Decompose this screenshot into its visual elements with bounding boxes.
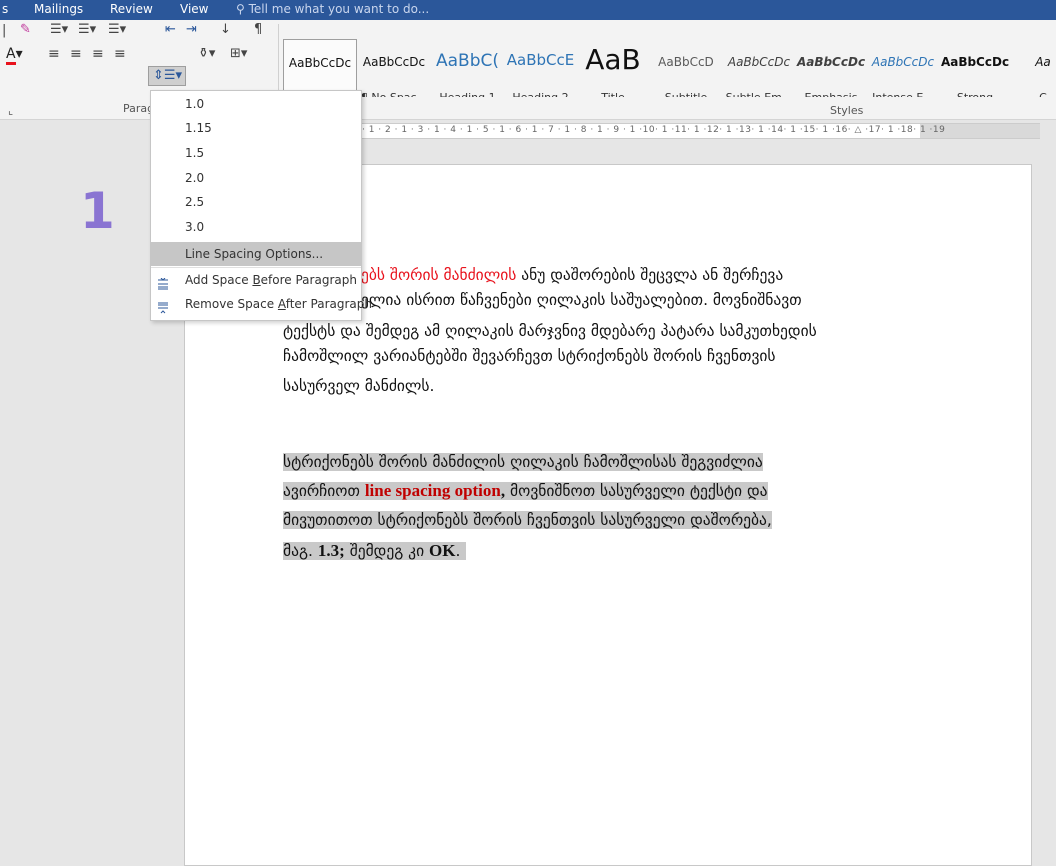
show-marks-icon[interactable]: ¶ bbox=[254, 22, 262, 37]
shading-icon[interactable]: ⚱▾ bbox=[198, 46, 215, 61]
style-tile-intense-e[interactable]: AaBbCcDc Intense E... bbox=[867, 39, 939, 97]
styles-gallery: AaBbCcDc¶ NormalAaBbCcDc¶ No Spac...AaBb… bbox=[283, 39, 1056, 99]
paragraph-2-line-1: სტრიქონებს შორის მანძილის ღილაკის ჩამოშლ… bbox=[283, 450, 763, 475]
line-spacing-icon: ⇕☰▾ bbox=[153, 68, 183, 83]
style-sample: AaBbCcDc bbox=[362, 55, 426, 69]
font-color-icon[interactable]: A▾ bbox=[6, 46, 23, 65]
style-tile-c[interactable]: Aa C bbox=[1011, 39, 1056, 97]
multilevel-list-icon[interactable]: ☰▾ bbox=[108, 22, 126, 37]
horizontal-ruler[interactable]: · 1 · 2 · 1 · 3 · 1 · 4 · 1 · 5 · 1 · 6 … bbox=[360, 123, 1040, 139]
highlighted-term: ებს შორის მანძილის bbox=[361, 266, 517, 284]
style-name: Heading 2 bbox=[504, 91, 577, 97]
style-sample: AaBbCcDc bbox=[796, 55, 866, 69]
lightbulb-icon: ⚲ bbox=[236, 2, 245, 16]
numbering-icon[interactable]: ☰▾ bbox=[78, 22, 96, 37]
style-name: Subtle Em... bbox=[723, 91, 795, 97]
menu-tab-partial[interactable]: s bbox=[2, 2, 8, 16]
align-left-icon[interactable]: ≡ bbox=[48, 46, 60, 62]
style-name: ¶ No Spac... bbox=[357, 91, 431, 97]
style-tile-no-spac[interactable]: AaBbCcDc ¶ No Spac... bbox=[357, 39, 431, 97]
style-tile-emphasis[interactable]: AaBbCcDc Emphasis bbox=[795, 39, 867, 97]
style-name: Intense E... bbox=[867, 91, 939, 97]
ruler-marks: · 1 · 2 · 1 · 3 · 1 · 4 · 1 · 5 · 1 · 6 … bbox=[362, 125, 946, 135]
text-run: ავირჩიოთ bbox=[283, 482, 365, 500]
step-number-annotation: 1 bbox=[80, 182, 115, 240]
paragraph-1-line-5: სასურველ მანძილს. bbox=[283, 377, 435, 395]
dialog-launcher-icon[interactable]: ⌞ bbox=[8, 104, 13, 117]
align-right-icon[interactable]: ≡ bbox=[92, 46, 104, 62]
style-tile-strong[interactable]: AaBbCcDc Strong bbox=[939, 39, 1011, 97]
paragraph-2-line-3: მივუთითოთ სტრიქონებს შორის ჩვენთვის სასუ… bbox=[283, 508, 772, 533]
line-spacing-menu: 1.0 1.15 1.5 2.0 2.5 3.0 Line Spacing Op… bbox=[150, 90, 372, 321]
borders-icon[interactable]: ⊞▾ bbox=[230, 46, 247, 61]
spacing-option-2-0[interactable]: 2.0 bbox=[151, 166, 361, 190]
style-tile-heading-2[interactable]: AaBbCcE Heading 2 bbox=[504, 39, 577, 97]
text-run: ანუ დაშორების შეცვლა ან შერჩევა bbox=[516, 266, 784, 284]
style-name: Strong bbox=[939, 91, 1011, 97]
paragraph-1-line-4: ჩამოშლილ ვარიანტებში შევარჩევთ სტრიქონებ… bbox=[283, 347, 776, 365]
line-spacing-options-item[interactable]: Line Spacing Options... bbox=[151, 242, 361, 266]
style-sample: AaBbCcE bbox=[506, 51, 575, 69]
sort-icon[interactable]: ↓ bbox=[220, 22, 231, 37]
menu-bar: s Mailings Review View ⚲ Tell me what yo… bbox=[0, 0, 1056, 20]
text-run: მაგ. bbox=[283, 542, 318, 560]
text-run: შემდეგ კი bbox=[344, 542, 430, 560]
clear-formatting-icon[interactable]: ✎ bbox=[20, 22, 31, 37]
add-space-before-item[interactable]: Add Space Before Paragraph bbox=[151, 268, 361, 292]
selected-text: სტრიქონებს შორის მანძილის ღილაკის ჩამოშლ… bbox=[283, 453, 763, 471]
bold-value: 1.3; bbox=[317, 541, 345, 560]
separator-icon: | bbox=[2, 23, 7, 38]
increase-indent-icon[interactable]: ⇥ bbox=[186, 22, 197, 37]
spacing-option-1-15[interactable]: 1.15 bbox=[151, 116, 361, 140]
style-tile-subtitle[interactable]: AaBbCcD Subtitle bbox=[649, 39, 723, 97]
text-run: . bbox=[455, 542, 461, 560]
style-tile-subtle-em[interactable]: AaBbCcDc Subtle Em... bbox=[723, 39, 795, 97]
selected-text: ავირჩიოთ line spacing option, მოვნიშნოთ … bbox=[283, 481, 768, 500]
style-sample: Aa bbox=[1035, 55, 1051, 69]
bullets-icon[interactable]: ☰▾ bbox=[50, 22, 68, 37]
paragraph-2-line-2: ავირჩიოთ line spacing option, მოვნიშნოთ … bbox=[283, 478, 768, 504]
style-name: Heading 1 bbox=[431, 91, 504, 97]
style-name: Emphasis bbox=[795, 91, 867, 97]
style-name: Subtitle bbox=[649, 91, 723, 97]
spacing-option-2-5[interactable]: 2.5 bbox=[151, 190, 361, 214]
align-center-icon[interactable]: ≡ bbox=[70, 46, 82, 62]
tell-me-box[interactable]: ⚲ Tell me what you want to do... bbox=[236, 2, 429, 16]
style-name: Title bbox=[577, 91, 649, 97]
remove-space-after-icon bbox=[157, 298, 169, 314]
style-tile-normal[interactable]: AaBbCcDc¶ Normal bbox=[283, 39, 357, 97]
highlighted-term: line spacing option bbox=[364, 481, 501, 500]
selected-text: მაგ. 1.3; შემდეგ კი OK. bbox=[283, 541, 467, 560]
styles-group-label: Styles bbox=[830, 104, 864, 117]
menu-tab-view[interactable]: View bbox=[180, 2, 208, 16]
menu-tab-review[interactable]: Review bbox=[110, 2, 153, 16]
paragraph-1-line-2: ელია ისრით წაჩვენები ღილაკის საშუალებით.… bbox=[361, 291, 802, 309]
bold-value: OK bbox=[429, 541, 456, 560]
style-name: C bbox=[1011, 91, 1056, 97]
spacing-option-1-0[interactable]: 1.0 bbox=[151, 92, 361, 116]
style-sample: AaBbCcDc bbox=[727, 55, 791, 69]
justify-icon[interactable]: ≡ bbox=[114, 46, 126, 62]
style-sample: AaBbC( bbox=[435, 51, 499, 71]
spacing-option-3-0[interactable]: 3.0 bbox=[151, 215, 361, 239]
style-tile-title[interactable]: AaB Title bbox=[577, 39, 649, 97]
style-tile-heading-1[interactable]: AaBbC( Heading 1 bbox=[431, 39, 504, 97]
text-run: მოვნიშნოთ სასურველი ტექსტი და bbox=[505, 482, 768, 500]
tell-me-text: Tell me what you want to do... bbox=[248, 2, 430, 16]
style-sample: AaBbCcD bbox=[658, 55, 714, 69]
decrease-indent-icon[interactable]: ⇤ bbox=[165, 22, 176, 37]
add-space-before-icon bbox=[157, 274, 169, 290]
remove-space-after-item[interactable]: Remove Space After Paragraph bbox=[151, 292, 372, 316]
paragraph-1-line-3: ტექსტს და შემდეგ ამ ღილაკის მარჯვნივ მდე… bbox=[283, 322, 817, 340]
paragraph-1-line-1: ებს შორის მანძილის ანუ დაშორების შეცვლა … bbox=[361, 263, 783, 288]
line-spacing-button[interactable]: ⇕☰▾ bbox=[148, 66, 186, 86]
style-sample: AaBbCcDc bbox=[940, 55, 1010, 69]
selected-text: მივუთითოთ სტრიქონებს შორის ჩვენთვის სასუ… bbox=[283, 511, 772, 529]
spacing-option-1-5[interactable]: 1.5 bbox=[151, 141, 361, 165]
style-sample: AaBbCcDc bbox=[288, 56, 352, 70]
menu-tab-mailings[interactable]: Mailings bbox=[34, 2, 83, 16]
style-sample: AaBbCcDc bbox=[871, 55, 935, 69]
style-sample: AaB bbox=[585, 43, 641, 76]
paragraph-2-line-4: მაგ. 1.3; შემდეგ კი OK. bbox=[283, 538, 467, 564]
